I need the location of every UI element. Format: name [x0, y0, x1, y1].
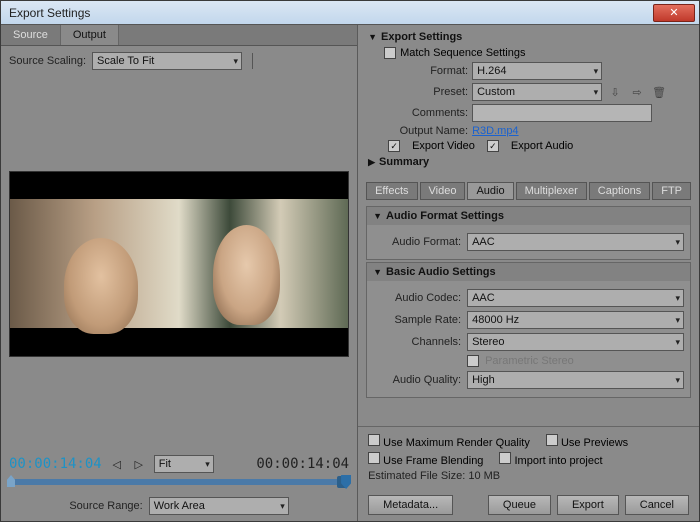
import-project-label: Import into project: [515, 455, 603, 467]
source-scaling-label: Source Scaling:: [9, 55, 86, 67]
audio-quality-select[interactable]: High: [467, 371, 684, 389]
step-back-icon[interactable]: ◁: [110, 457, 124, 471]
format-label: Format:: [368, 65, 468, 77]
tab-output[interactable]: Output: [61, 25, 119, 45]
cancel-button[interactable]: Cancel: [625, 495, 689, 515]
export-video-label: Export Video: [412, 140, 475, 152]
match-sequence-label: Match Sequence Settings: [400, 47, 525, 59]
preset-select[interactable]: Custom: [472, 83, 602, 101]
delete-preset-icon[interactable]: 🗑: [650, 84, 668, 100]
audio-codec-select[interactable]: AAC: [467, 289, 684, 307]
tab-captions[interactable]: Captions: [589, 182, 650, 200]
button-row: Metadata... Queue Export Cancel: [358, 489, 699, 521]
import-project-checkbox[interactable]: [499, 452, 511, 464]
dialog-body: Source Output Source Scaling: Scale To F…: [1, 25, 699, 521]
tab-source[interactable]: Source: [1, 25, 61, 45]
right-panel: ▼Export Settings Match Sequence Settings…: [358, 25, 699, 521]
save-preset-icon[interactable]: ⇩: [606, 84, 624, 100]
export-button[interactable]: Export: [557, 495, 619, 515]
audio-codec-label: Audio Codec:: [373, 292, 461, 304]
preview-area: [1, 76, 357, 451]
chevron-down-icon: ▼: [373, 211, 382, 221]
format-select[interactable]: H.264: [472, 62, 602, 80]
audio-format-panel: ▼Audio Format Settings Audio Format: AAC: [366, 206, 691, 260]
source-range-select[interactable]: Work Area: [149, 497, 289, 515]
import-preset-icon[interactable]: ⇨: [628, 84, 646, 100]
timecode-left[interactable]: 00:00:14:04: [9, 456, 102, 472]
audio-format-select[interactable]: AAC: [467, 233, 684, 251]
tab-multiplexer[interactable]: Multiplexer: [516, 182, 587, 200]
channels-label: Channels:: [373, 336, 461, 348]
summary-header[interactable]: ▶Summary: [368, 156, 689, 168]
tab-ftp[interactable]: FTP: [652, 182, 691, 200]
tab-effects[interactable]: Effects: [366, 182, 417, 200]
parametric-stereo-checkbox: [467, 355, 479, 367]
timecode-right: 00:00:14:04: [256, 456, 349, 472]
zoom-select[interactable]: Fit: [154, 455, 214, 473]
preview-image: [10, 199, 348, 328]
in-point-handle[interactable]: [7, 475, 15, 487]
max-render-quality-label: Use Maximum Render Quality: [383, 437, 530, 449]
channels-select[interactable]: Stereo: [467, 333, 684, 351]
time-bar: 00:00:14:04 ◁ ▷ Fit 00:00:14:04: [1, 451, 357, 477]
basic-audio-panel: ▼Basic Audio Settings Audio Codec: AAC Sa…: [366, 262, 691, 398]
export-video-checkbox[interactable]: [388, 140, 400, 152]
source-range-row: Source Range: Work Area: [1, 491, 357, 521]
source-scaling-select[interactable]: Scale To Fit: [92, 52, 242, 70]
use-previews-label: Use Previews: [561, 437, 628, 449]
audio-format-header[interactable]: ▼Audio Format Settings: [367, 207, 690, 225]
left-panel: Source Output Source Scaling: Scale To F…: [1, 25, 358, 521]
export-settings-header[interactable]: ▼Export Settings: [368, 31, 689, 43]
estimated-size-label: Estimated File Size: 10 MB: [368, 470, 689, 482]
source-range-label: Source Range:: [69, 500, 142, 512]
match-sequence-checkbox[interactable]: [384, 47, 396, 59]
tab-video[interactable]: Video: [420, 182, 466, 200]
output-name-link[interactable]: R3D.mp4: [472, 125, 518, 137]
divider: [252, 53, 253, 69]
tab-audio[interactable]: Audio: [467, 182, 513, 200]
metadata-button[interactable]: Metadata...: [368, 495, 453, 515]
preset-label: Preset:: [368, 86, 468, 98]
audio-format-label: Audio Format:: [373, 236, 461, 248]
sample-rate-select[interactable]: 48000 Hz: [467, 311, 684, 329]
output-name-label: Output Name:: [368, 125, 468, 137]
export-audio-label: Export Audio: [511, 140, 573, 152]
chevron-down-icon: ▼: [368, 32, 377, 42]
close-button[interactable]: ✕: [653, 4, 695, 22]
preview-frame[interactable]: [9, 171, 349, 357]
export-settings-dialog: Export Settings ✕ Source Output Source S…: [0, 0, 700, 522]
timeline-slider[interactable]: [9, 479, 349, 485]
queue-button[interactable]: Queue: [488, 495, 551, 515]
timeline-row: [1, 477, 357, 491]
settings-tabs: Effects Video Audio Multiplexer Captions…: [358, 178, 699, 204]
frame-blending-label: Use Frame Blending: [383, 455, 483, 467]
chevron-right-icon: ▶: [368, 157, 375, 168]
basic-audio-header[interactable]: ▼Basic Audio Settings: [367, 263, 690, 281]
export-audio-checkbox[interactable]: [487, 140, 499, 152]
chevron-down-icon: ▼: [373, 267, 382, 277]
comments-input[interactable]: [472, 104, 652, 122]
max-render-quality-checkbox[interactable]: [368, 434, 380, 446]
window-title: Export Settings: [5, 6, 653, 20]
left-tabs: Source Output: [1, 25, 357, 46]
sample-rate-label: Sample Rate:: [373, 314, 461, 326]
frame-blending-checkbox[interactable]: [368, 452, 380, 464]
export-settings-section: ▼Export Settings Match Sequence Settings…: [358, 25, 699, 178]
parametric-stereo-label: Parametric Stereo: [485, 355, 574, 367]
titlebar: Export Settings ✕: [1, 1, 699, 25]
right-scroll[interactable]: ▼Export Settings Match Sequence Settings…: [358, 25, 699, 426]
step-fwd-icon[interactable]: ▷: [132, 457, 146, 471]
source-scaling-row: Source Scaling: Scale To Fit: [1, 46, 357, 76]
bottom-options: Use Maximum Render Quality Use Previews …: [358, 426, 699, 489]
comments-label: Comments:: [368, 107, 468, 119]
audio-quality-label: Audio Quality:: [373, 374, 461, 386]
use-previews-checkbox[interactable]: [546, 434, 558, 446]
match-sequence-row: Match Sequence Settings: [368, 47, 689, 59]
